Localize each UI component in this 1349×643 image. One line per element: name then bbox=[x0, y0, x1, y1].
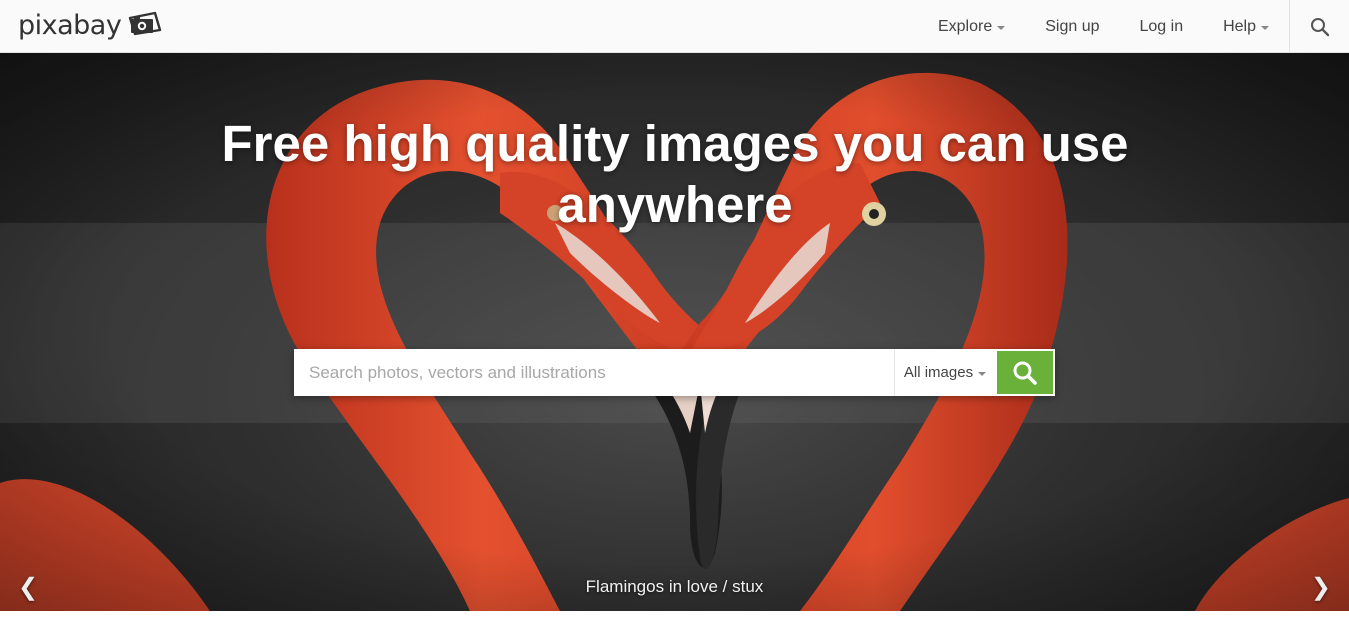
nav-signup[interactable]: Sign up bbox=[1025, 0, 1119, 53]
search-input[interactable] bbox=[294, 349, 894, 396]
nav-help[interactable]: Help bbox=[1203, 0, 1289, 53]
nav-signup-label: Sign up bbox=[1045, 18, 1100, 35]
camera-icon bbox=[127, 10, 163, 41]
chevron-down-icon bbox=[997, 25, 1006, 30]
pixabay-logo[interactable]: pixabay bbox=[18, 8, 163, 44]
search-icon bbox=[1013, 361, 1037, 385]
nav-login[interactable]: Log in bbox=[1120, 0, 1204, 53]
header-search-button[interactable] bbox=[1289, 0, 1349, 53]
main-nav: Explore Sign up Log in Help bbox=[918, 0, 1289, 53]
search-submit-button[interactable] bbox=[995, 349, 1055, 396]
image-type-selected: All images bbox=[903, 364, 974, 381]
chevron-down-icon bbox=[978, 371, 987, 376]
hero-section: Free high quality images you can use any… bbox=[0, 53, 1349, 611]
chevron-down-icon bbox=[1261, 25, 1269, 30]
nav-login-label: Log in bbox=[1139, 18, 1184, 35]
hero-headline: Free high quality images you can use any… bbox=[221, 115, 1129, 233]
logo-text: pixabay bbox=[18, 10, 122, 41]
image-caption[interactable]: Flamingos in love / stux bbox=[0, 577, 1349, 597]
hero-search-form: All images bbox=[294, 349, 1055, 396]
nav-explore-label: Explore bbox=[937, 18, 993, 35]
next-slide-arrow[interactable]: ❯ bbox=[1311, 573, 1331, 603]
search-icon bbox=[1310, 17, 1329, 36]
top-navigation-bar: pixabay Explore Sign up Log in Help bbox=[0, 0, 1349, 53]
nav-explore[interactable]: Explore bbox=[918, 0, 1025, 53]
nav-help-label: Help bbox=[1223, 18, 1256, 35]
image-type-dropdown[interactable]: All images bbox=[894, 349, 995, 396]
